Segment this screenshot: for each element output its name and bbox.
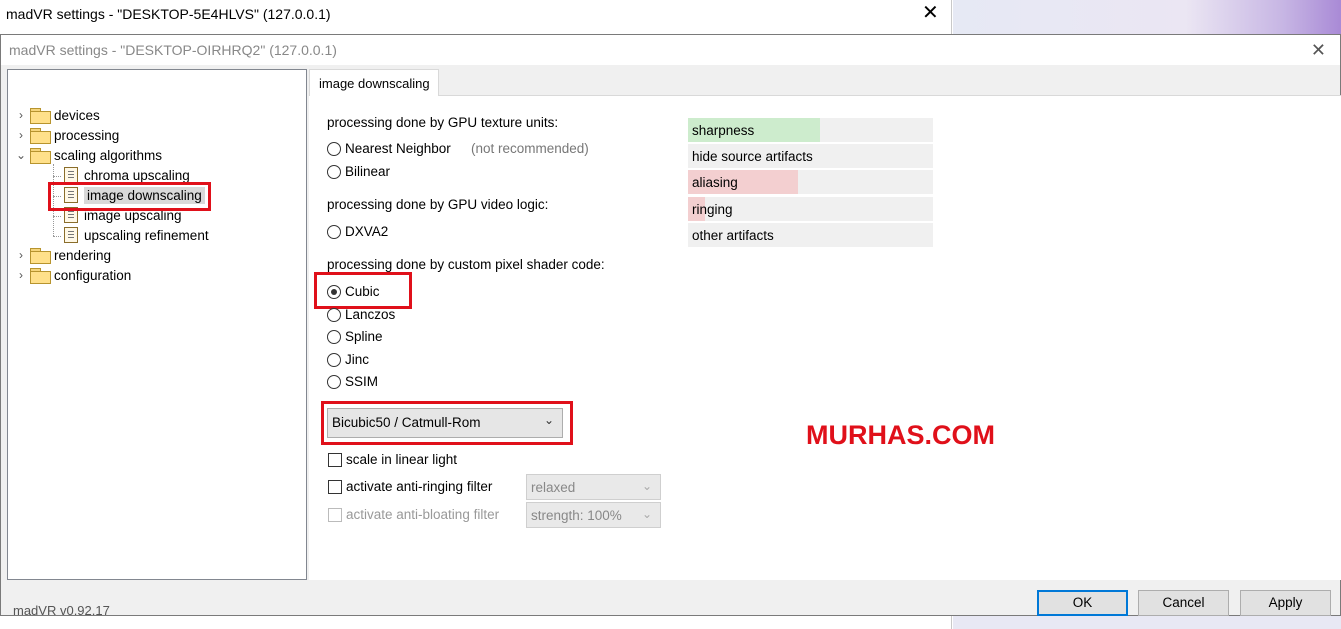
radio-label: Nearest Neighbor: [345, 141, 451, 156]
cancel-button[interactable]: Cancel: [1138, 590, 1229, 616]
chevron-down-icon: ⌄: [641, 479, 652, 493]
anti-bloating-select-value: strength: 100%: [531, 508, 622, 523]
radio-lanczos[interactable]: Lanczos: [327, 307, 395, 322]
tree-item-label: configuration: [54, 267, 132, 283]
settings-dialog: madVR settings - "DESKTOP-OIRHRQ2" (127.…: [0, 34, 1341, 616]
highlight-box: [321, 401, 573, 445]
pixel-shader-label: processing done by custom pixel shader c…: [327, 257, 605, 272]
chevron-down-icon: ⌄: [641, 507, 652, 521]
tree-item-label: chroma upscaling: [84, 167, 190, 183]
desktop-background: [953, 0, 1341, 34]
watermark-text: MURHAS.COM: [806, 420, 995, 450]
not-recommended-note: (not recommended): [471, 141, 589, 156]
quality-bar-aliasing: aliasing: [688, 170, 933, 194]
tree-item-label: rendering: [54, 247, 112, 263]
radio-spline[interactable]: Spline: [327, 329, 383, 344]
anti-ringing-select[interactable]: relaxed ⌄: [526, 474, 661, 500]
quality-bar-label: sharpness: [692, 123, 755, 138]
quality-bar-label: hide source artifacts: [692, 149, 813, 164]
radio-label: Jinc: [345, 352, 370, 367]
highlight-box: [48, 182, 211, 211]
radio-circle[interactable]: [327, 307, 341, 322]
chevron-right-icon[interactable]: ›: [14, 248, 28, 262]
background-close-icon[interactable]: ✕: [922, 2, 939, 24]
tab-image-downscaling[interactable]: image downscaling: [309, 69, 439, 96]
folder-icon: [30, 148, 51, 164]
radio-jinc[interactable]: Jinc: [327, 352, 369, 367]
checkbox-anti-bloating[interactable]: activate anti-bloating filter: [328, 507, 499, 522]
quality-bar-label: other artifacts: [692, 228, 774, 243]
tree-item-upscaling-refinement[interactable]: upscaling refinement: [64, 225, 209, 245]
tree-item-rendering[interactable]: › rendering: [14, 245, 111, 265]
gpu-texture-label: processing done by GPU texture units:: [327, 115, 559, 130]
page-icon: [64, 227, 78, 243]
tree-item-label: processing: [54, 127, 120, 143]
quality-bar-other-artifacts: other artifacts: [688, 223, 933, 247]
checkbox-label: scale in linear light: [346, 452, 458, 467]
dialog-titlebar: madVR settings - "DESKTOP-OIRHRQ2" (127.…: [1, 35, 1340, 65]
tree-item-label: upscaling refinement: [84, 227, 209, 243]
tree-item-devices[interactable]: › devices: [14, 105, 100, 125]
radio-circle[interactable]: [327, 374, 341, 389]
anti-ringing-select-value: relaxed: [531, 480, 576, 495]
radio-ssim[interactable]: SSIM: [327, 374, 378, 389]
checkbox-box[interactable]: [328, 452, 342, 467]
dialog-title: madVR settings - "DESKTOP-OIRHRQ2" (127.…: [9, 42, 337, 58]
tree-item-label: devices: [54, 107, 100, 123]
checkbox-scale-linear-light[interactable]: scale in linear light: [328, 452, 457, 467]
tree-connector: [53, 236, 61, 237]
folder-icon: [30, 128, 51, 144]
chevron-right-icon[interactable]: ›: [14, 128, 28, 142]
highlight-box: [314, 272, 412, 309]
gpu-video-label: processing done by GPU video logic:: [327, 197, 549, 212]
tree-connector: [53, 216, 61, 217]
radio-label: Spline: [345, 329, 383, 344]
radio-label: SSIM: [345, 374, 379, 389]
radio-nearest-neighbor[interactable]: Nearest Neighbor: [327, 141, 451, 156]
tree-item-processing[interactable]: › processing: [14, 125, 119, 145]
chevron-right-icon[interactable]: ›: [14, 108, 28, 122]
anti-bloating-select[interactable]: strength: 100% ⌄: [526, 502, 661, 528]
tree-item-label: scaling algorithms: [54, 147, 163, 163]
quality-bar-label: aliasing: [692, 175, 738, 190]
apply-button[interactable]: Apply: [1240, 590, 1331, 616]
folder-icon: [30, 268, 51, 284]
version-label: madVR v0.92.17: [13, 603, 110, 618]
tree-item-scaling-algorithms[interactable]: ⌄ scaling algorithms: [14, 145, 162, 165]
radio-circle[interactable]: [327, 352, 341, 367]
radio-label: DXVA2: [345, 224, 389, 239]
quality-bar-label: ringing: [692, 202, 733, 217]
radio-circle[interactable]: [327, 329, 341, 344]
background-window-title: madVR settings - "DESKTOP-5E4HLVS" (127.…: [6, 6, 331, 22]
quality-bar-hide-source-artifacts: hide source artifacts: [688, 144, 933, 168]
quality-bar-sharpness: sharpness: [688, 118, 933, 142]
close-icon[interactable]: ✕: [1311, 40, 1326, 61]
checkbox-label: activate anti-ringing filter: [346, 479, 493, 494]
checkbox-label: activate anti-bloating filter: [346, 507, 500, 522]
radio-circle[interactable]: [327, 164, 341, 179]
chevron-right-icon[interactable]: ›: [14, 268, 28, 282]
radio-label: Bilinear: [345, 164, 391, 179]
checkbox-anti-ringing[interactable]: activate anti-ringing filter: [328, 479, 492, 494]
ok-button[interactable]: OK: [1037, 590, 1128, 616]
chevron-down-icon[interactable]: ⌄: [14, 148, 28, 162]
radio-bilinear[interactable]: Bilinear: [327, 164, 390, 179]
radio-circle[interactable]: [327, 224, 341, 239]
radio-circle[interactable]: [327, 141, 341, 156]
folder-icon: [30, 248, 51, 264]
radio-dxva2[interactable]: DXVA2: [327, 224, 388, 239]
tree-connector: [53, 176, 61, 177]
tree-item-configuration[interactable]: › configuration: [14, 265, 131, 285]
page-icon: [64, 167, 78, 183]
checkbox-box[interactable]: [328, 479, 342, 494]
desktop-background-bottom: [953, 616, 1341, 629]
checkbox-box[interactable]: [328, 507, 342, 522]
folder-icon: [30, 108, 51, 124]
settings-tree: › devices › processing ⌄ scaling algorit…: [7, 69, 307, 580]
radio-label: Lanczos: [345, 307, 396, 322]
quality-bar-ringing: ringing: [688, 197, 933, 221]
